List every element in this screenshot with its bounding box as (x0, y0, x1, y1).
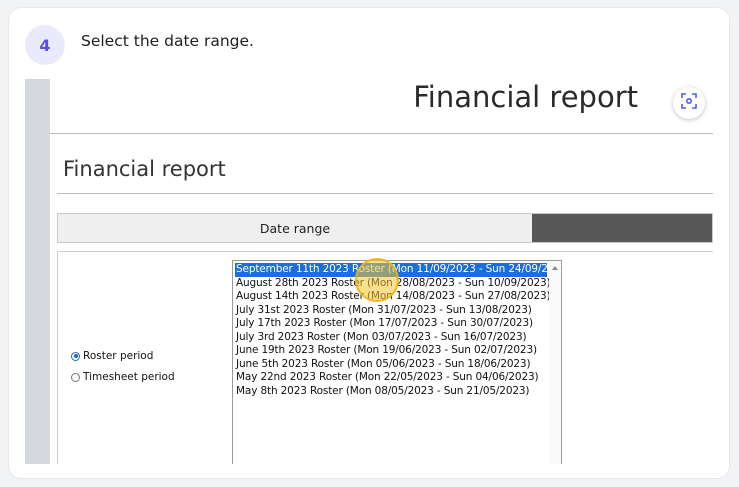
roster-item[interactable]: June 5th 2023 Roster (Mon 05/06/2023 - S… (235, 358, 547, 372)
scroll-up-arrow-icon[interactable] (552, 266, 558, 270)
roster-item[interactable]: May 8th 2023 Roster (Mon 08/05/2023 - Su… (235, 385, 547, 399)
section-title: Financial report (63, 157, 226, 181)
roster-item[interactable]: June 19th 2023 Roster (Mon 19/06/2023 - … (235, 344, 547, 358)
focus-frame-icon (681, 92, 697, 114)
roster-item[interactable]: July 3rd 2023 Roster (Mon 03/07/2023 - S… (235, 331, 547, 345)
section-divider (57, 193, 713, 194)
tab-bar: Date range (57, 213, 713, 243)
step-number-badge: 4 (25, 25, 65, 65)
header-divider (50, 133, 713, 134)
radio-label-roster: Roster period (83, 350, 154, 362)
radio-label-timesheet: Timesheet period (83, 371, 175, 383)
radio-timesheet-period[interactable]: Timesheet period (71, 371, 175, 383)
roster-item[interactable]: July 17th 2023 Roster (Mon 17/07/2023 - … (235, 317, 547, 331)
click-target-highlight (355, 258, 399, 302)
tab-date-range[interactable]: Date range (58, 214, 532, 242)
tab-inactive[interactable] (532, 214, 712, 242)
listbox-scrollbar[interactable] (549, 261, 561, 464)
radio-dot-unselected[interactable] (71, 372, 80, 382)
roster-listbox[interactable]: September 11th 2023 Roster (Mon 11/09/20… (232, 260, 571, 464)
roster-item[interactable]: May 22nd 2023 Roster (Mon 22/05/2023 - S… (235, 371, 547, 385)
left-sidebar-rail (25, 79, 50, 464)
radio-roster-period[interactable]: Roster period (71, 350, 153, 362)
roster-item[interactable]: July 31st 2023 Roster (Mon 31/07/2023 - … (235, 304, 547, 318)
page-header-title: Financial report (413, 80, 638, 114)
radio-dot-selected[interactable] (71, 351, 80, 361)
step-card: 4 Select the date range. Financial repor… (9, 8, 729, 478)
focus-button[interactable] (673, 87, 705, 119)
step-instruction: Select the date range. (81, 32, 254, 50)
